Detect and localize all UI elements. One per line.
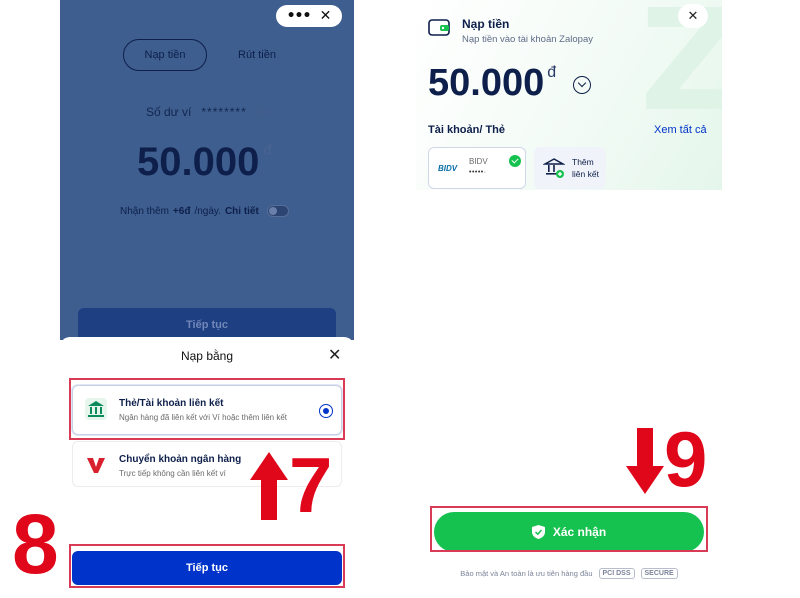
reward-details-link[interactable]: Chi tiết bbox=[225, 206, 259, 217]
reward-suffix: /ngày. bbox=[194, 205, 221, 217]
page-subtitle: Nạp tiền vào tài khoản Zalopay bbox=[462, 34, 593, 45]
option-subtitle: Trực tiếp không cần liên kết ví bbox=[119, 469, 226, 478]
balance-mask: ******** bbox=[201, 105, 247, 119]
amount-display: 50.000 đ bbox=[428, 62, 556, 105]
arrow-down-icon bbox=[626, 428, 664, 494]
more-icon[interactable]: ••• bbox=[287, 9, 312, 23]
step-9-label: 9 bbox=[664, 415, 708, 503]
bank-card-bidv[interactable]: BIDV BIDV •••••· bbox=[428, 147, 526, 189]
tab-withdraw[interactable]: Rút tiền bbox=[215, 39, 299, 71]
sheet-title: Nạp bằng bbox=[180, 349, 234, 363]
balance-row: Số dư ví ******** bbox=[146, 105, 269, 119]
step-8-label: 8 bbox=[12, 497, 59, 591]
secure-badge: SECURE bbox=[640, 568, 678, 579]
page-title: Nạp tiền bbox=[462, 17, 510, 31]
highlight-box-option bbox=[69, 378, 345, 440]
security-footer: Bảo mật và An toàn là ưu tiên hàng đầu P… bbox=[416, 568, 722, 579]
tabs: Nạp tiền Rút tiền bbox=[123, 39, 299, 71]
eye-off-icon[interactable] bbox=[256, 108, 269, 116]
check-icon bbox=[509, 155, 521, 167]
highlight-box-continue bbox=[69, 544, 345, 588]
vietqr-icon bbox=[87, 458, 105, 473]
bank-add-icon bbox=[543, 158, 565, 178]
add-link-label: Thêm liên kết bbox=[572, 157, 599, 179]
overlay-background: ••• ✕ Nạp tiền Rút tiền Số dư ví *******… bbox=[60, 0, 354, 344]
amount-display: 50.000 đ bbox=[137, 140, 272, 185]
currency-symbol: đ bbox=[263, 142, 272, 159]
arrow-up-icon bbox=[250, 452, 288, 520]
pci-dss-badge: PCI DSS bbox=[598, 568, 635, 579]
account-mask: •••••· bbox=[469, 169, 487, 176]
step-7-label: 7 bbox=[289, 441, 333, 529]
close-icon[interactable]: ✕ bbox=[678, 4, 708, 28]
highlight-box-confirm bbox=[430, 506, 708, 552]
amount-value: 50.000 bbox=[428, 62, 545, 104]
accounts-label: Tài khoản/ Thẻ bbox=[428, 124, 506, 136]
reward-prefix: Nhận thêm bbox=[120, 205, 169, 217]
reward-value: +6đ bbox=[172, 205, 191, 217]
wallet-icon bbox=[428, 19, 450, 36]
chevron-down-icon[interactable] bbox=[573, 76, 591, 94]
bank-name: BIDV bbox=[469, 157, 488, 166]
close-icon[interactable]: ✕ bbox=[320, 9, 332, 23]
balance-label: Số dư ví bbox=[146, 105, 192, 119]
amount-value: 50.000 bbox=[137, 140, 260, 184]
reward-toggle[interactable] bbox=[266, 205, 289, 217]
see-all-link[interactable]: Xem tất cả bbox=[654, 124, 707, 136]
sheet-close-icon[interactable]: ✕ bbox=[328, 345, 341, 364]
option-title: Chuyển khoản ngân hàng bbox=[119, 454, 242, 465]
footer-text: Bảo mật và An toàn là ưu tiên hàng đầu bbox=[460, 569, 593, 578]
bidv-logo: BIDV bbox=[438, 164, 458, 173]
reward-row: Nhận thêm +6đ/ngày. Chi tiết bbox=[120, 205, 289, 217]
currency-symbol: đ bbox=[547, 64, 557, 81]
add-link-card[interactable]: Thêm liên kết bbox=[534, 147, 606, 189]
mini-app-menu: ••• ✕ bbox=[276, 5, 342, 27]
tab-deposit[interactable]: Nạp tiền bbox=[123, 39, 207, 71]
